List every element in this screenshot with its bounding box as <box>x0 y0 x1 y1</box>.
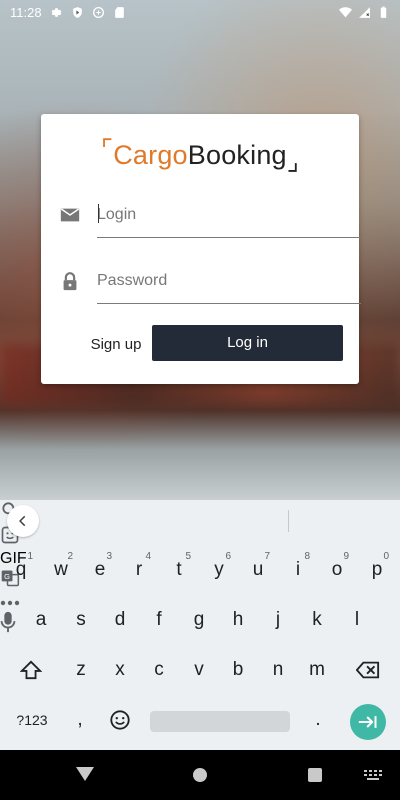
data-saver-icon <box>92 6 104 18</box>
battery-icon <box>380 6 387 18</box>
key-hint: 7 <box>264 551 270 562</box>
microphone-icon <box>0 611 16 633</box>
text-cursor <box>98 204 99 223</box>
key-label: i <box>295 559 301 580</box>
login-input[interactable] <box>97 202 337 228</box>
key-o[interactable]: 9o <box>319 550 355 590</box>
key-r[interactable]: 4r <box>121 550 157 590</box>
key-hint: 4 <box>145 551 151 562</box>
app-logo: ⌜CargoBooking⌟ <box>100 134 300 176</box>
more-horizontal-icon <box>0 600 20 606</box>
key-f[interactable]: f <box>141 600 177 640</box>
sign-up-button[interactable]: Sign up <box>71 328 161 362</box>
key-u[interactable]: 7u <box>240 550 276 590</box>
logo-cargo: Cargo <box>113 140 188 170</box>
key-hint: 3 <box>106 551 112 562</box>
key-hint: 9 <box>343 551 349 562</box>
key-label: q <box>15 559 27 580</box>
key-g[interactable]: g <box>181 600 217 640</box>
shield-icon <box>72 6 82 18</box>
login-card: ⌜CargoBooking⌟ Sign up Log in <box>41 114 361 384</box>
keyboard-switch-icon[interactable] <box>364 770 382 782</box>
symbols-key[interactable]: ?123 <box>12 700 52 740</box>
key-label: t <box>176 559 182 580</box>
key-x[interactable]: x <box>102 650 138 690</box>
backspace-icon <box>356 661 380 679</box>
key-s[interactable]: s <box>63 600 99 640</box>
nav-home-button[interactable] <box>193 768 207 782</box>
key-label: u <box>252 559 264 580</box>
key-hint: 0 <box>383 551 389 562</box>
key-t[interactable]: 5t <box>161 550 197 590</box>
key-label: o <box>331 559 343 580</box>
key-k[interactable]: k <box>299 600 335 640</box>
nav-recents-button[interactable] <box>308 768 322 782</box>
chevron-left-icon <box>19 515 26 527</box>
backspace-key[interactable] <box>350 650 386 690</box>
status-time: 11:28 <box>10 4 42 20</box>
shift-key[interactable] <box>13 650 49 690</box>
space-key[interactable] <box>150 711 290 732</box>
key-y[interactable]: 6y <box>201 550 237 590</box>
sd-card-icon <box>114 6 124 18</box>
next-key[interactable] <box>350 704 386 740</box>
key-label: e <box>94 559 106 580</box>
nav-back-button[interactable] <box>76 767 94 781</box>
key-d[interactable]: d <box>102 600 138 640</box>
keyboard-sticker-button[interactable] <box>0 525 400 550</box>
key-hint: 5 <box>185 551 191 562</box>
navigation-bar <box>0 750 400 800</box>
key-hint: 2 <box>67 551 73 562</box>
soft-keyboard: GIF G 1q2w3e4r5t6y7u8i9o0pasdfghjklzxcvb… <box>0 500 400 750</box>
key-q[interactable]: 1q <box>3 550 39 590</box>
keyboard-search-button[interactable] <box>0 500 400 525</box>
login-field <box>57 198 361 238</box>
password-field <box>57 264 361 304</box>
key-h[interactable]: h <box>220 600 256 640</box>
signal-icon <box>359 6 370 18</box>
emoji-key[interactable] <box>102 700 138 740</box>
lock-icon <box>63 272 77 291</box>
key-m[interactable]: m <box>299 650 335 690</box>
key-label: r <box>135 559 143 580</box>
key-w[interactable]: 2w <box>43 550 79 590</box>
log-in-button[interactable]: Log in <box>152 325 343 361</box>
emoji-icon <box>110 710 130 730</box>
next-arrow-icon <box>358 716 377 728</box>
wifi-icon <box>339 6 352 17</box>
password-input[interactable] <box>97 268 337 294</box>
key-label: p <box>371 559 383 580</box>
shift-icon <box>20 660 42 680</box>
password-underline <box>97 303 361 304</box>
login-underline <box>97 237 361 238</box>
comma-key[interactable]: , <box>62 700 98 740</box>
key-c[interactable]: c <box>141 650 177 690</box>
key-j[interactable]: j <box>260 600 296 640</box>
key-i[interactable]: 8i <box>280 550 316 590</box>
toolbar-divider <box>288 510 289 532</box>
key-z[interactable]: z <box>63 650 99 690</box>
key-label: y <box>214 559 224 580</box>
key-hint: 6 <box>225 551 231 562</box>
settings-icon <box>51 7 61 17</box>
status-bar: 11:28 <box>0 0 400 24</box>
key-l[interactable]: l <box>339 600 375 640</box>
key-a[interactable]: a <box>23 600 59 640</box>
key-v[interactable]: v <box>181 650 217 690</box>
key-hint: 1 <box>27 551 33 562</box>
keyboard-back-button[interactable] <box>7 505 39 537</box>
logo-booking: Booking <box>187 140 287 170</box>
key-hint: 8 <box>304 551 310 562</box>
key-e[interactable]: 3e <box>82 550 118 590</box>
period-key[interactable]: . <box>300 700 336 740</box>
key-label: w <box>54 559 68 580</box>
key-b[interactable]: b <box>220 650 256 690</box>
key-p[interactable]: 0p <box>359 550 395 590</box>
email-icon <box>60 208 80 222</box>
key-n[interactable]: n <box>260 650 296 690</box>
